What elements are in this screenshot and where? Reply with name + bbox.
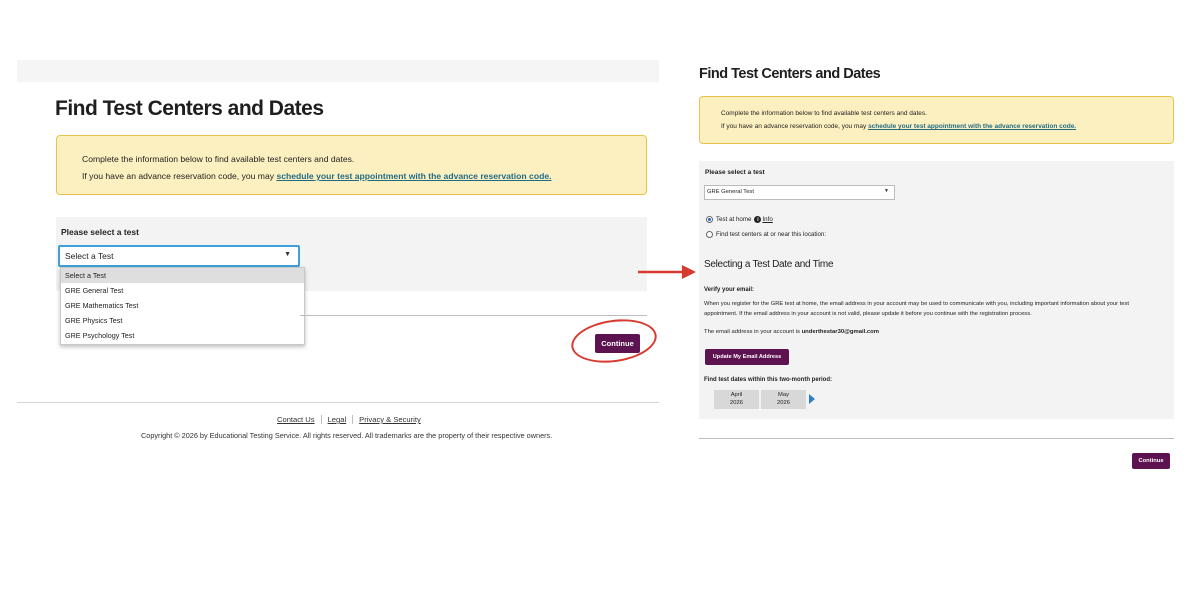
- right-section-divider: [699, 438, 1174, 439]
- right-info-line-2-prefix: If you have an advance reservation code,…: [721, 123, 869, 130]
- info-link[interactable]: Info: [762, 216, 772, 223]
- update-email-button[interactable]: Update My Email Address: [705, 349, 789, 365]
- option-gre-mathematics-test[interactable]: GRE Mathematics Test: [61, 298, 304, 313]
- month-april-2026[interactable]: April 2026: [714, 390, 759, 409]
- info-line-2-prefix: If you have an advance reservation code,…: [82, 171, 277, 181]
- page-title: Find Test Centers and Dates: [55, 97, 324, 120]
- footer-links: Contact Us Legal Privacy & Security: [277, 415, 427, 424]
- info-box: Complete the information below to find a…: [56, 135, 647, 195]
- radio-test-at-home[interactable]: Test at home i Info: [706, 216, 773, 223]
- month-year: 2026: [777, 399, 790, 406]
- right-dropdown-caret-icon: ▼: [884, 188, 889, 194]
- verify-email-label: Verify your email:: [704, 287, 755, 293]
- right-info-box: Complete the information below to find a…: [699, 96, 1174, 144]
- month-name: May: [778, 392, 789, 398]
- test-select-dropdown[interactable]: Select a Test ▼: [58, 245, 300, 267]
- radio-unselected-icon: [706, 231, 713, 238]
- dates-period-label: Find test dates within this two-month pe…: [704, 377, 832, 383]
- option-gre-physics-test[interactable]: GRE Physics Test: [61, 313, 304, 328]
- radio-find-test-centers[interactable]: Find test centers at or near this locati…: [706, 231, 826, 238]
- right-info-line-1: Complete the information below to find a…: [721, 110, 927, 117]
- select-value: Select a Test: [65, 251, 114, 261]
- verify-email-description: When you register for the GRE test at ho…: [704, 301, 1129, 317]
- test-options-list: Select a Test GRE General Test GRE Mathe…: [60, 267, 305, 345]
- copyright-text: Copyright © 2026 by Educational Testing …: [141, 431, 553, 440]
- left-screenshot-panel: Find Test Centers and Dates Complete the…: [0, 0, 670, 600]
- info-line-2: If you have an advance reservation code,…: [82, 168, 646, 185]
- month-year: 2026: [730, 399, 743, 406]
- radio-find-test-centers-label: Find test centers at or near this locati…: [716, 231, 827, 238]
- right-page-title: Find Test Centers and Dates: [699, 66, 881, 82]
- dropdown-caret-icon: ▼: [284, 251, 291, 258]
- right-select-value: GRE General Test: [707, 189, 754, 195]
- right-continue-button[interactable]: Continue: [1132, 453, 1170, 469]
- annotation-arrow-icon: [638, 265, 696, 279]
- option-select-a-test[interactable]: Select a Test: [61, 268, 304, 283]
- account-email: underthestar30@gmail.com: [801, 329, 880, 335]
- option-gre-psychology-test[interactable]: GRE Psychology Test: [61, 328, 304, 343]
- section-divider: [300, 315, 647, 316]
- right-info-line-2: If you have an advance reservation code,…: [721, 120, 1173, 133]
- continue-button[interactable]: Continue: [595, 334, 640, 353]
- select-test-label: Please select a test: [61, 227, 139, 237]
- month-may-2026[interactable]: May 2026: [761, 390, 806, 409]
- right-advance-reservation-link[interactable]: schedule your test appointment with the …: [868, 123, 1076, 130]
- option-gre-general-test[interactable]: GRE General Test: [61, 283, 304, 298]
- month-name: April: [730, 392, 743, 398]
- right-test-select-dropdown[interactable]: GRE General Test ▼: [704, 185, 895, 200]
- right-select-test-label: Please select a test: [705, 169, 765, 176]
- account-email-line: The email address in your account is und…: [704, 329, 879, 335]
- section-title: Selecting a Test Date and Time: [704, 259, 834, 270]
- radio-test-at-home-label: Test at home: [716, 216, 752, 223]
- account-email-prefix: The email address in your account is: [704, 329, 802, 335]
- next-months-arrow-icon[interactable]: [809, 394, 815, 404]
- legal-link[interactable]: Legal: [320, 415, 353, 424]
- info-line-1: Complete the information below to find a…: [82, 154, 355, 164]
- contact-us-link[interactable]: Contact Us: [277, 415, 321, 424]
- privacy-security-link[interactable]: Privacy & Security: [352, 415, 427, 424]
- advance-reservation-link[interactable]: schedule your test appointment with the …: [276, 171, 551, 181]
- radio-selected-icon: [706, 216, 713, 223]
- top-bar: [17, 60, 659, 82]
- info-circle-icon: i: [754, 216, 762, 223]
- footer-divider: [17, 402, 659, 403]
